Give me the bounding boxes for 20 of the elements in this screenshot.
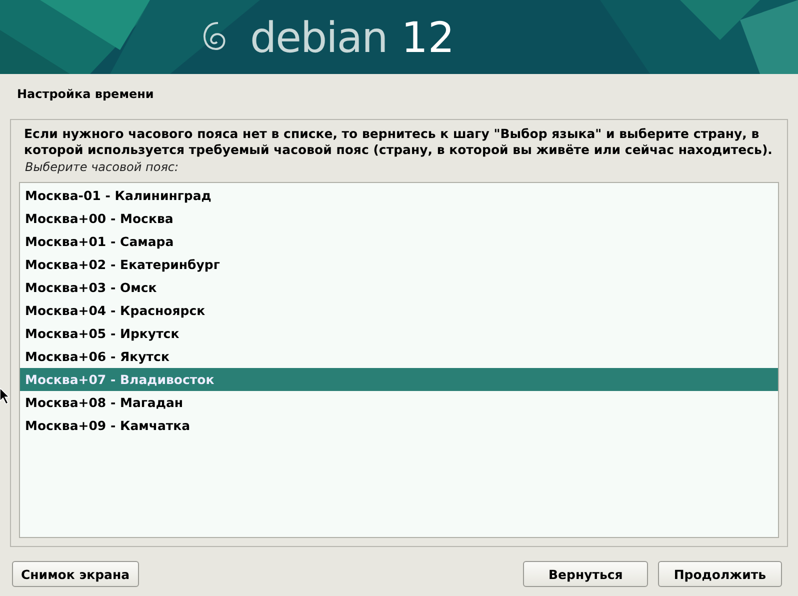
timezone-item[interactable]: Москва+05 - Иркутск [20,322,778,345]
timezone-item[interactable]: Москва+04 - Красноярск [20,299,778,322]
back-button[interactable]: Вернуться [523,561,648,587]
timezone-item[interactable]: Москва+03 - Омск [20,276,778,299]
logo-text: debian [250,12,388,62]
timezone-item[interactable]: Москва+02 - Екатеринбург [20,253,778,276]
page-title: Настройка времени [16,86,155,103]
timezone-item[interactable]: Москва-01 - Калининград [20,184,778,207]
mouse-pointer-icon [0,388,10,404]
timezone-item[interactable]: Москва+08 - Магадан [20,391,778,414]
timezone-item[interactable]: Москва+09 - Камчатка [20,414,778,437]
timezone-item[interactable]: Москва+07 - Владивосток [20,368,778,391]
version-text: 12 [401,12,455,62]
screenshot-button[interactable]: Снимок экрана [12,561,139,587]
description-text: Если нужного часового пояса нет в списке, то вернитесь к шагу "Выбор языка" и выберите страну, в которой используется требуемый часовой пояс (страну, в которой вы живёте или сейчас находитесь). [23,126,774,158]
continue-button[interactable]: Продолжить [658,561,782,587]
timezone-item[interactable]: Москва+06 - Якутск [20,345,778,368]
timezone-item[interactable]: Москва+00 - Москва [20,207,778,230]
prompt-label: Выберите часовой пояс: [24,159,180,176]
timezone-item[interactable]: Москва+01 - Самара [20,230,778,253]
